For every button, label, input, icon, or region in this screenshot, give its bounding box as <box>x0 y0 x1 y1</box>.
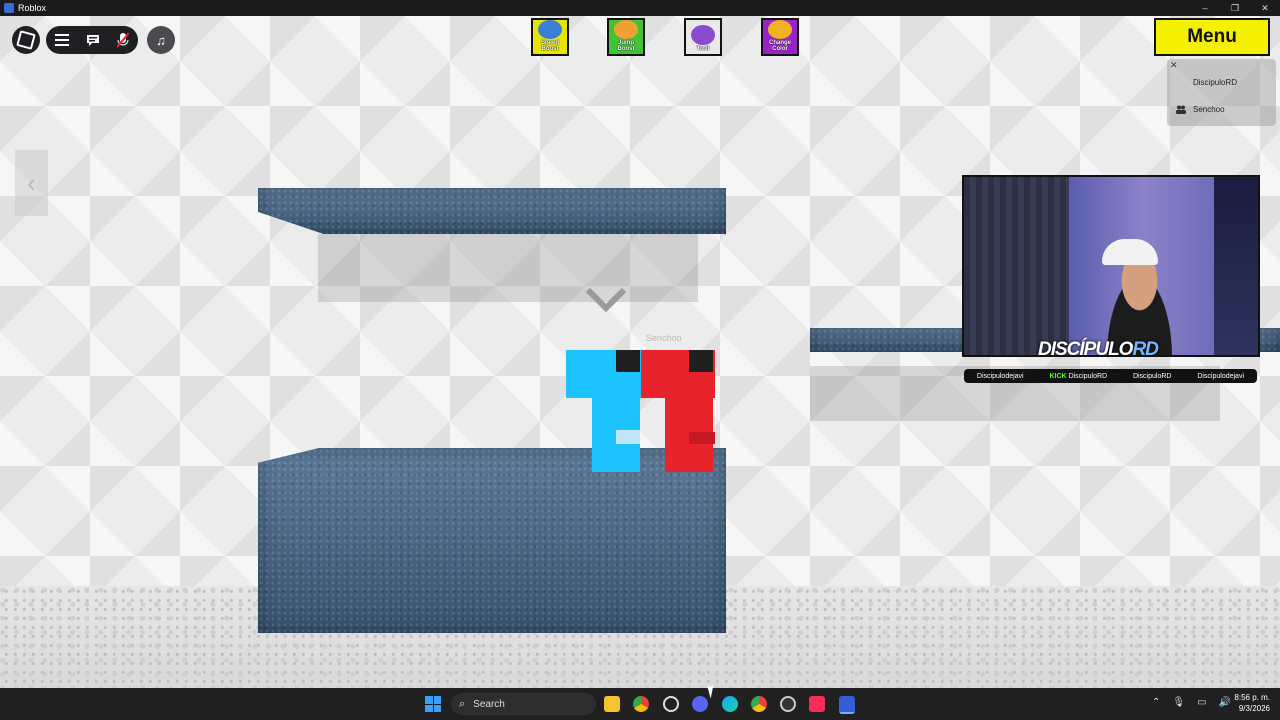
shoe-icon <box>538 20 562 39</box>
discord-icon[interactable] <box>692 696 708 712</box>
webcam-overlay: DISCÍPULORD <box>962 175 1260 357</box>
powerup-label: Troll <box>696 46 710 52</box>
powerup-label: Change Color <box>768 40 791 52</box>
troll-face-icon <box>691 25 715 45</box>
menu-button[interactable]: Menu <box>1154 18 1270 56</box>
window-controls: – ❐ ✕ <box>1190 0 1280 16</box>
blue-character <box>566 350 642 472</box>
window-title: Roblox <box>18 3 47 13</box>
windows-start-icon[interactable] <box>425 696 441 712</box>
lower-block <box>258 448 726 633</box>
clock-time: 8:56 p. m. <box>1234 693 1270 702</box>
microphone-icon[interactable]: 🎙 <box>1172 697 1185 708</box>
powerup-label: Speed Boost <box>540 40 559 52</box>
file-explorer-icon[interactable] <box>604 696 620 712</box>
player-list-item[interactable]: DiscipuloRD <box>1193 78 1237 87</box>
chrome-profile-icon[interactable] <box>751 696 767 712</box>
platform-shadow <box>318 234 698 302</box>
minimize-button[interactable]: – <box>1190 0 1220 16</box>
system-tray: ⌃ 🎙 ▭ 🔊 <box>1152 697 1231 708</box>
powerup-change-color[interactable]: Change Color <box>761 18 799 56</box>
stream-brand-logo: DISCÍPULORD <box>1038 339 1159 357</box>
edge-icon[interactable] <box>722 696 738 712</box>
social-links-bar: Discipulodejavi KICK DiscipuloRD Discipu… <box>964 369 1257 383</box>
topbar-pill <box>46 26 138 54</box>
windows-taskbar: ⌕ Search ⌃ 🎙 ▭ 🔊 8:56 p. m. 9/3/2026 <box>0 688 1280 720</box>
chatgpt-icon[interactable] <box>663 696 679 712</box>
music-button[interactable]: ♫ <box>147 26 175 54</box>
powerup-troll[interactable]: Troll <box>684 18 722 56</box>
social-instagram: Discipulodejavi <box>976 372 1024 380</box>
webcam-bed-area <box>1214 177 1258 355</box>
taskbar-search[interactable]: ⌕ Search <box>451 693 596 715</box>
social-kick: DiscipuloRD <box>1068 372 1108 380</box>
kick-logo: KICK <box>1049 372 1067 380</box>
network-icon[interactable]: ▭ <box>1197 697 1206 708</box>
color-wheel-icon <box>768 20 792 39</box>
player-nametag: Senchoo <box>646 333 682 343</box>
chevron-up-icon[interactable]: ⌃ <box>1152 697 1160 708</box>
chevron-down-icon <box>585 287 627 313</box>
clock-date: 9/3/2026 <box>1238 704 1270 713</box>
webcam-background <box>964 177 1069 355</box>
powerup-jump-boost[interactable]: Jump Boost <box>607 18 645 56</box>
powerup-speed-boost[interactable]: Speed Boost <box>531 18 569 56</box>
roblox-taskbar-icon[interactable] <box>839 696 855 714</box>
player-list-item[interactable]: Senchoo <box>1193 105 1225 114</box>
jumper-icon <box>614 20 638 39</box>
roblox-menu-button[interactable] <box>12 26 40 54</box>
close-button[interactable]: ✕ <box>1250 0 1280 16</box>
chevron-left-icon[interactable]: ‹ <box>15 150 48 216</box>
chat-icon[interactable] <box>86 34 100 47</box>
chrome-icon[interactable] <box>633 696 649 712</box>
social-tiktok: Discipulodejavi <box>1197 372 1245 380</box>
maximize-button[interactable]: ❐ <box>1220 0 1250 16</box>
player-list: ✕ DiscipuloRD Senchoo <box>1167 59 1276 126</box>
upper-platform <box>258 188 726 234</box>
itunes-icon[interactable] <box>809 696 825 712</box>
powerup-label: Jump Boost <box>617 40 635 52</box>
roblox-logo-icon <box>16 30 36 50</box>
red-character <box>641 350 715 472</box>
social-twitter: DiscipuloRD <box>1132 372 1172 380</box>
window-title-bar: Roblox – ❐ ✕ <box>0 0 1280 16</box>
roblox-app-icon <box>4 3 14 13</box>
search-icon: ⌕ <box>459 697 466 710</box>
close-icon[interactable]: ✕ <box>1170 60 1178 71</box>
taskbar-clock[interactable]: 8:56 p. m. 9/3/2026 <box>1230 692 1270 714</box>
search-placeholder: Search <box>473 698 505 710</box>
obs-icon[interactable] <box>780 696 796 712</box>
microphone-muted-icon[interactable] <box>117 32 130 48</box>
people-icon <box>1176 105 1186 114</box>
hamburger-icon[interactable] <box>54 34 69 46</box>
